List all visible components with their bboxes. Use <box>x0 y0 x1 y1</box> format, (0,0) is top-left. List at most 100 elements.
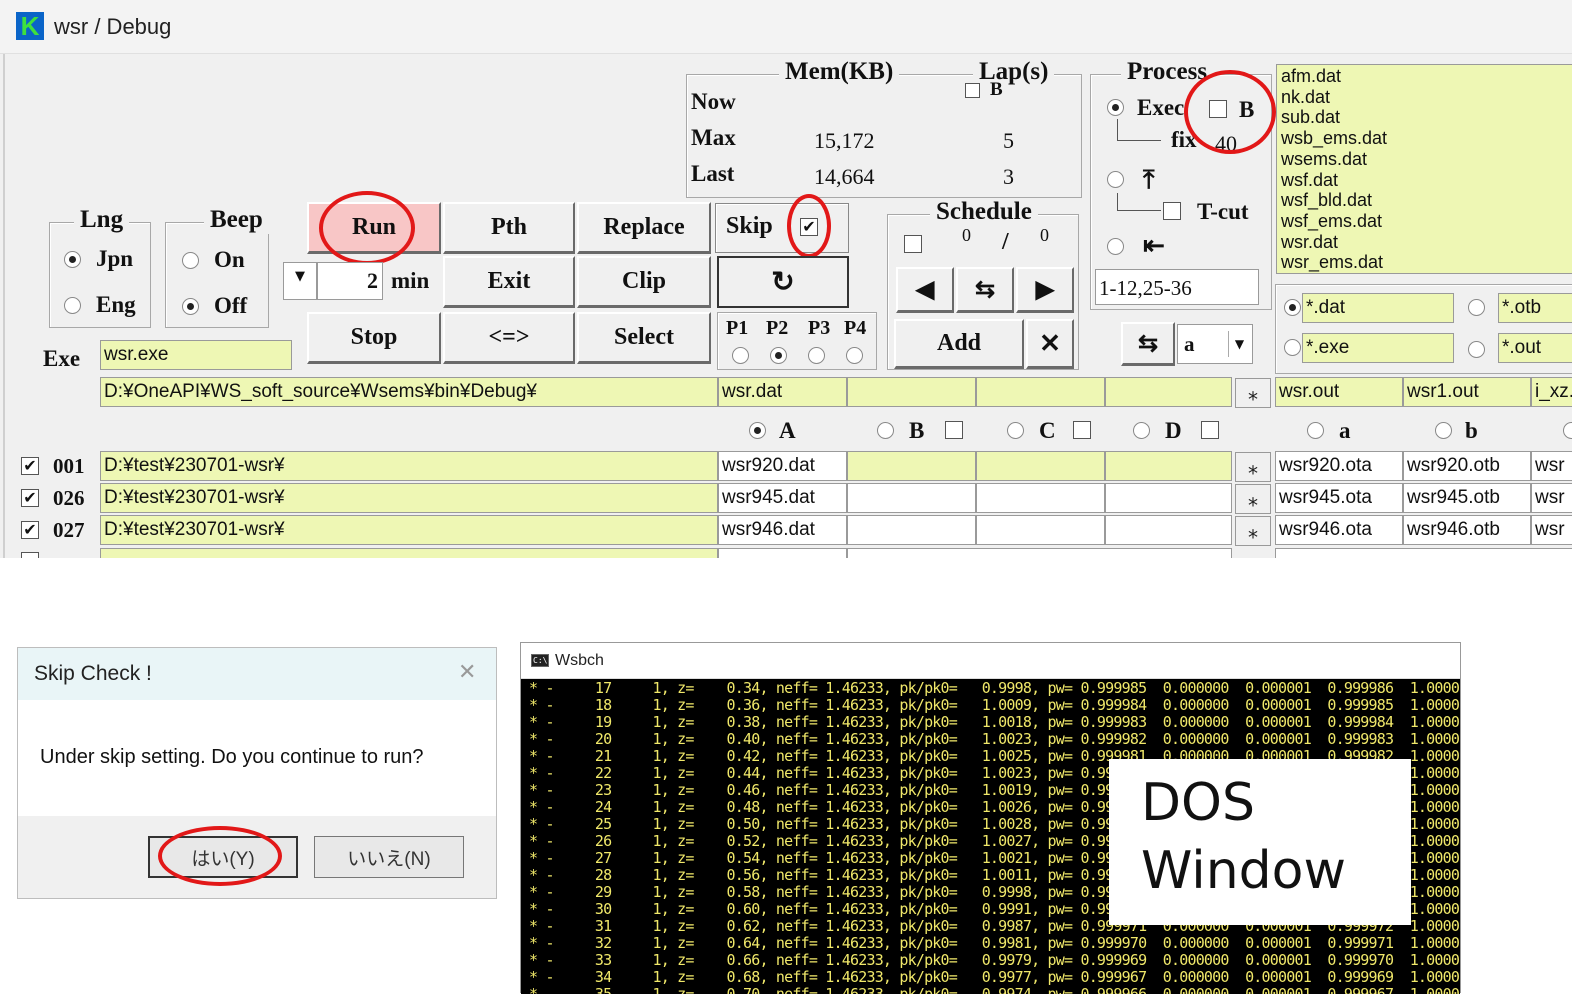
exe-input[interactable]: wsr.exe <box>100 340 292 370</box>
stop-button[interactable]: Stop <box>307 312 441 364</box>
filter-dat-radio[interactable] <box>1284 299 1301 316</box>
lng-jpn-radio[interactable] <box>64 251 81 268</box>
schedule-next-button[interactable]: ▶ <box>1016 267 1074 313</box>
row-c-input[interactable] <box>976 515 1105 545</box>
priority-p1-radio[interactable] <box>732 347 749 364</box>
column-lower-c-radio[interactable] <box>1563 422 1572 439</box>
row-path-input[interactable]: D:¥test¥230701-wsr¥ <box>100 483 718 513</box>
row-b-input[interactable] <box>847 483 976 513</box>
row-dat-input[interactable]: wsr945.dat <box>718 483 847 513</box>
column-b-radio[interactable] <box>877 422 894 439</box>
working-star-button[interactable]: ⁎ <box>1235 378 1271 408</box>
laps-b-checkbox[interactable] <box>965 83 980 98</box>
schedule-prev-button[interactable]: ◀ <box>896 267 954 313</box>
schedule-checkbox[interactable] <box>904 235 922 253</box>
row-otb-input[interactable]: wsr946.otb <box>1403 515 1531 545</box>
row-b-input[interactable] <box>847 451 976 481</box>
file-listbox[interactable]: afm.dat nk.dat sub.dat wsb_ems.dat wsems… <box>1276 64 1572 274</box>
row-checkbox[interactable]: ✔ <box>21 457 39 475</box>
row-b-input[interactable] <box>847 515 976 545</box>
process-range-input[interactable]: 1-12,25-36 <box>1095 269 1259 305</box>
row-star-button[interactable]: ⁎ <box>1235 516 1271 546</box>
no-button[interactable]: いいえ(N) <box>314 836 464 878</box>
row-bcd-input[interactable] <box>847 548 1232 558</box>
row-extra-input[interactable]: wsr <box>1531 483 1572 513</box>
row-extra-input[interactable]: wsr <box>1531 515 1572 545</box>
row-d-input[interactable] <box>1105 483 1232 513</box>
beep-off-radio[interactable] <box>182 298 199 315</box>
row-dat-input[interactable]: wsr946.dat <box>718 515 847 545</box>
row-ota-input[interactable]: wsr920.ota <box>1275 451 1403 481</box>
timer-dropdown-icon[interactable]: ▼ <box>283 262 317 300</box>
filter-out-radio[interactable] <box>1468 341 1485 358</box>
filter-otb-radio[interactable] <box>1468 299 1485 316</box>
table-row[interactable]: ✔ 026 D:¥test¥230701-wsr¥ wsr945.dat ⁎ w… <box>5 483 1572 515</box>
working-out3-input[interactable]: i_xz. <box>1531 377 1572 407</box>
row-path-input[interactable]: D:¥test¥230701-wsr¥ <box>100 451 718 481</box>
priority-p3-radio[interactable] <box>808 347 825 364</box>
column-d-checkbox[interactable] <box>1201 421 1219 439</box>
row-dat-input[interactable]: wsr920.dat <box>718 451 847 481</box>
working-dat-input[interactable]: wsr.dat <box>718 377 847 407</box>
column-lower-b-radio[interactable] <box>1435 422 1452 439</box>
exit-button[interactable]: Exit <box>443 256 575 308</box>
row-c-input[interactable] <box>976 483 1105 513</box>
row-otb-input[interactable]: wsr920.otb <box>1403 451 1531 481</box>
list-item[interactable]: sub.dat <box>1281 107 1571 128</box>
schedule-add-button[interactable]: Add <box>894 319 1024 369</box>
row-d-input[interactable] <box>1105 451 1232 481</box>
column-c-checkbox[interactable] <box>1073 421 1091 439</box>
row-checkbox[interactable]: ✔ <box>21 521 39 539</box>
swap-columns-button[interactable]: ⇆ <box>1121 322 1175 366</box>
filter-dat-input[interactable]: *.dat <box>1302 293 1454 323</box>
process-left-radio[interactable] <box>1107 238 1124 255</box>
filter-otb-input[interactable]: *.otb <box>1498 293 1572 323</box>
row-ota-input[interactable]: wsr946.ota <box>1275 515 1403 545</box>
list-item[interactable]: wsf.dat <box>1281 170 1571 191</box>
row-extra-input[interactable]: wsr <box>1531 451 1572 481</box>
column-combo[interactable]: a ▼ <box>1177 324 1253 364</box>
schedule-swap-button[interactable]: ⇆ <box>956 267 1014 313</box>
column-d-radio[interactable] <box>1133 422 1150 439</box>
working-out2-input[interactable]: wsr1.out <box>1403 377 1531 407</box>
lng-eng-radio[interactable] <box>64 297 81 314</box>
process-exec-radio[interactable] <box>1107 99 1124 116</box>
working-d-input[interactable] <box>1105 377 1232 407</box>
working-path-input[interactable]: D:¥OneAPI¥WS_soft_source¥Wsems¥bin¥Debug… <box>100 377 718 407</box>
row-path-input[interactable]: D:¥test¥230701-wsr¥ <box>100 515 718 545</box>
list-item[interactable]: wsems.dat <box>1281 149 1571 170</box>
tcut-checkbox[interactable] <box>1163 202 1181 220</box>
filter-out-input[interactable]: *.out <box>1498 333 1572 363</box>
refresh-button[interactable]: ↻ <box>717 256 849 308</box>
list-item[interactable]: wsr.dat <box>1281 232 1571 253</box>
row-dat-input[interactable] <box>718 548 847 558</box>
table-row[interactable]: ✔ 001 D:¥test¥230701-wsr¥ wsr920.dat ⁎ w… <box>5 451 1572 483</box>
row-star-button[interactable]: ⁎ <box>1235 484 1271 514</box>
schedule-delete-button[interactable]: ✕ <box>1026 319 1074 369</box>
working-out1-input[interactable]: wsr.out <box>1275 377 1403 407</box>
row-star-button[interactable]: ⁎ <box>1235 452 1271 482</box>
list-item[interactable]: wsf_ems.dat <box>1281 211 1571 232</box>
row-ota-input[interactable]: wsr945.ota <box>1275 483 1403 513</box>
column-c-radio[interactable] <box>1007 422 1024 439</box>
row-checkbox[interactable] <box>21 552 39 558</box>
working-b-input[interactable] <box>847 377 976 407</box>
priority-p2-radio[interactable] <box>770 347 787 364</box>
row-out-input[interactable] <box>1275 548 1572 558</box>
filter-exe-radio[interactable] <box>1284 339 1301 356</box>
clip-button[interactable]: Clip <box>577 256 711 308</box>
priority-p4-radio[interactable] <box>846 347 863 364</box>
list-item[interactable]: wsb_ems.dat <box>1281 128 1571 149</box>
filter-exe-input[interactable]: *.exe <box>1302 333 1454 363</box>
timer-input[interactable]: 2 <box>317 262 383 300</box>
column-a-radio[interactable] <box>749 422 766 439</box>
replace-button[interactable]: Replace <box>577 202 711 254</box>
column-b-checkbox[interactable] <box>945 421 963 439</box>
row-d-input[interactable] <box>1105 515 1232 545</box>
list-item[interactable]: nk.dat <box>1281 87 1571 108</box>
close-icon[interactable]: ✕ <box>458 660 476 685</box>
list-item[interactable]: afm.dat <box>1281 66 1571 87</box>
select-button[interactable]: Select <box>577 312 711 364</box>
row-checkbox[interactable]: ✔ <box>21 489 39 507</box>
column-lower-a-radio[interactable] <box>1307 422 1324 439</box>
